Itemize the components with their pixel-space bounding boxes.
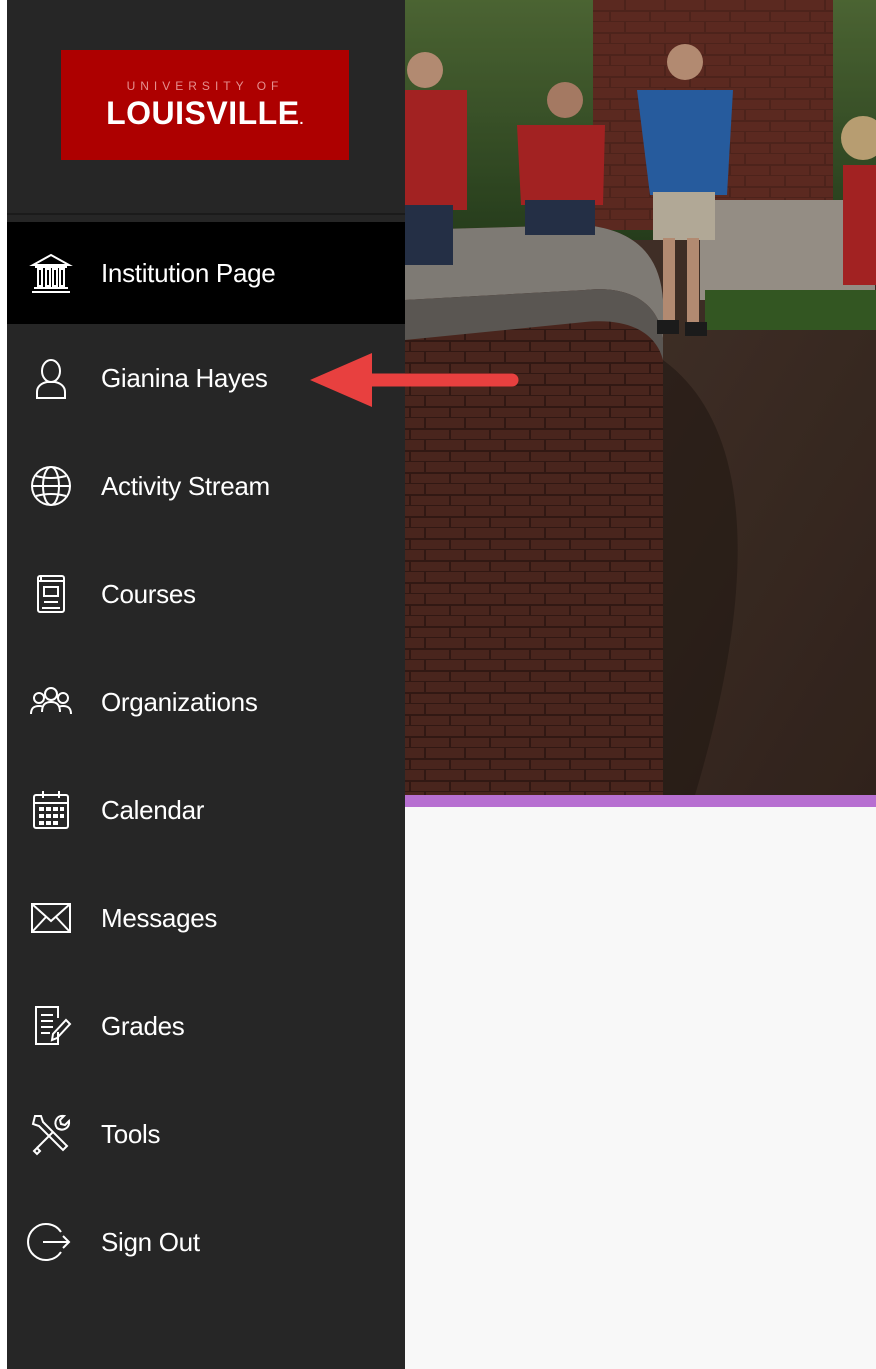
tools-icon	[24, 1107, 78, 1161]
logo-dot: .	[299, 110, 304, 127]
nav-item-label: Sign Out	[101, 1226, 200, 1257]
grades-icon	[24, 999, 78, 1053]
university-logo[interactable]: UNIVERSITY OF LOUISVILLE.	[61, 50, 349, 160]
institution-icon	[24, 246, 78, 300]
sign-out-icon	[24, 1215, 78, 1269]
calendar-icon	[24, 783, 78, 837]
logo-line-university-of: UNIVERSITY OF	[126, 78, 284, 93]
nav-item-messages[interactable]: Messages	[7, 864, 405, 972]
nav-item-courses[interactable]: Courses	[7, 540, 405, 648]
globe-icon	[24, 459, 78, 513]
nav-item-activity-stream[interactable]: Activity Stream	[7, 432, 405, 540]
hero-accent-border	[405, 795, 876, 807]
nav-item-label: Institution Page	[101, 257, 276, 288]
app-window: UNIVERSITY OF LOUISVILLE. Institution Pa…	[0, 0, 876, 1369]
nav-item-label: Activity Stream	[101, 470, 270, 501]
nav-item-label: Calendar	[101, 794, 205, 825]
nav-item-sign-out[interactable]: Sign Out	[7, 1188, 405, 1296]
user-icon	[24, 351, 78, 405]
courses-icon	[24, 567, 78, 621]
logo-line-louisville: LOUISVILLE.	[106, 95, 304, 132]
nav-item-organizations[interactable]: Organizations	[7, 648, 405, 756]
sidebar: UNIVERSITY OF LOUISVILLE. Institution Pa…	[7, 0, 405, 1369]
nav-item-label: Messages	[101, 902, 218, 933]
nav-item-institution-page[interactable]: Institution Page	[7, 222, 405, 324]
envelope-icon	[24, 891, 78, 945]
logo-area: UNIVERSITY OF LOUISVILLE.	[7, 0, 405, 215]
main-content-area	[405, 807, 876, 1369]
nav-item-tools[interactable]: Tools	[7, 1080, 405, 1188]
nav-item-label: Courses	[101, 578, 196, 609]
nav-item-grades[interactable]: Grades	[7, 972, 405, 1080]
nav-item-label: Organizations	[101, 686, 258, 717]
nav-item-label: Gianina Hayes	[101, 362, 268, 393]
nav-item-calendar[interactable]: Calendar	[7, 756, 405, 864]
nav-item-label: Grades	[101, 1010, 185, 1041]
organizations-icon	[24, 675, 78, 729]
nav-item-label: Tools	[101, 1118, 161, 1149]
logo-wordmark: LOUISVILLE	[106, 94, 300, 131]
annotation-arrow-icon	[310, 353, 519, 407]
